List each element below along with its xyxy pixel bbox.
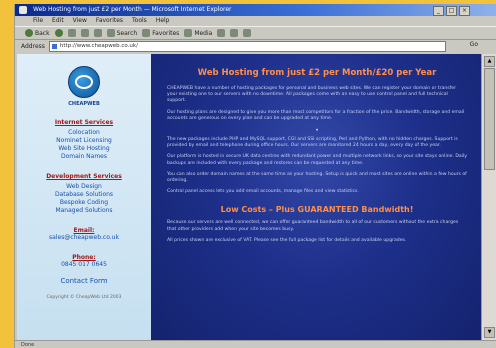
mail-icon: [230, 29, 239, 37]
home-button[interactable]: [93, 29, 102, 37]
copyright: Copyright © CheapWeb Ltd 2003: [46, 295, 122, 300]
forward-button[interactable]: [54, 29, 63, 37]
domains-paragraph: You can also order domain names at the s…: [167, 171, 467, 184]
favorites-icon: [142, 29, 151, 37]
close-icon[interactable]: ×: [459, 6, 470, 16]
print-button[interactable]: [243, 29, 252, 37]
go-button[interactable]: Go: [470, 41, 478, 48]
nav-link-domains[interactable]: Domain Names: [17, 153, 151, 161]
maximize-icon[interactable]: □: [446, 6, 457, 16]
media-icon: [184, 29, 193, 37]
home-icon: [93, 29, 102, 37]
nav-link-hosting[interactable]: Web Site Hosting: [17, 145, 151, 153]
scroll-down-icon[interactable]: ▼: [484, 327, 495, 338]
menu-bar: File Edit View Favorites Tools Help: [15, 16, 496, 26]
menu-help[interactable]: Help: [156, 16, 170, 26]
vat-paragraph: All prices shown are exclusive of VAT. P…: [167, 237, 407, 243]
search-button[interactable]: Search: [106, 29, 137, 37]
history-button[interactable]: [217, 29, 226, 37]
refresh-button[interactable]: [80, 29, 89, 37]
phone-label: Phone:: [72, 254, 96, 261]
nav-link-colocation[interactable]: Colocation: [17, 129, 151, 137]
section-heading-development: Development Services: [46, 173, 122, 180]
nav-group-development: Web Design Database Solutions Bespoke Co…: [17, 183, 151, 215]
bandwidth-paragraph: Because our servers are well connected, …: [167, 220, 459, 232]
platform-paragraph: Our platform is hosted in secure UK data…: [167, 154, 468, 166]
globe-icon: [75, 75, 93, 89]
nav-link-managed[interactable]: Managed Solutions: [17, 207, 151, 215]
mail-button[interactable]: [230, 29, 239, 37]
scroll-up-icon[interactable]: ▲: [484, 56, 495, 67]
window-title: Web Hosting from just £2 per Month — Mic…: [33, 6, 232, 13]
section-title-bandwidth: Low Costs – Plus GUARANTEED Bandwidth!: [220, 205, 414, 215]
back-button[interactable]: Back: [25, 29, 50, 37]
status-bar: Done: [15, 340, 496, 348]
sidebar: CHEAPWEB Internet Services Colocation No…: [17, 54, 151, 348]
bullet-separator: •: [315, 127, 319, 135]
page-viewport: CHEAPWEB Internet Services Colocation No…: [17, 54, 481, 348]
logo[interactable]: [68, 66, 100, 98]
email-link[interactable]: sales@cheapweb.co.uk: [17, 234, 151, 242]
menu-tools[interactable]: Tools: [132, 16, 147, 26]
favorites-button[interactable]: Favorites: [142, 29, 179, 37]
nav-link-bespoke[interactable]: Bespoke Coding: [17, 199, 151, 207]
back-arrow-icon: [25, 29, 33, 37]
print-icon: [243, 29, 252, 37]
forward-arrow-icon: [54, 29, 63, 37]
nav-link-web-design[interactable]: Web Design: [17, 183, 151, 191]
search-icon: [106, 29, 115, 37]
address-input[interactable]: http://www.cheapweb.co.uk/: [48, 40, 446, 52]
title-bar: Web Hosting from just £2 per Month — Mic…: [15, 4, 496, 16]
address-bar: Address http://www.cheapweb.co.uk/ Go: [15, 40, 496, 52]
browser-icon: [19, 6, 27, 14]
nav-link-licensing[interactable]: Nominet Licensing: [17, 137, 151, 145]
control-panel-paragraph: Control panel access lets you add email …: [167, 189, 359, 195]
page-title: Web Hosting from just £2 per Month/£20 p…: [197, 68, 437, 78]
email-label: Email:: [73, 227, 95, 234]
refresh-icon: [80, 29, 89, 37]
intro-paragraph: CHEAPWEB have a number of hosting packag…: [167, 86, 456, 104]
toolbar: Back Search Favorites Media: [15, 26, 496, 40]
minimize-icon[interactable]: _: [433, 6, 444, 16]
browser-window: Web Hosting from just £2 per Month — Mic…: [14, 4, 496, 348]
address-label: Address: [21, 42, 45, 50]
history-icon: [217, 29, 226, 37]
plans-paragraph: Our hosting plans are designed to give y…: [167, 109, 465, 121]
menu-file[interactable]: File: [33, 16, 43, 26]
phone-value: 0845 017 0645: [61, 261, 107, 268]
media-button[interactable]: Media: [184, 29, 212, 37]
menu-edit[interactable]: Edit: [52, 16, 64, 26]
menu-view[interactable]: View: [73, 16, 87, 26]
nav-link-database[interactable]: Database Solutions: [17, 191, 151, 199]
stop-icon: [67, 29, 76, 37]
contact-form-link[interactable]: Contact Form: [17, 277, 151, 285]
features-paragraph: The new packages include PHP and MySQL s…: [167, 137, 458, 149]
scroll-thumb[interactable]: [484, 68, 495, 170]
status-text: Done: [21, 342, 35, 348]
brand-name: CHEAPWEB: [68, 101, 100, 107]
section-heading-internet: Internet Services: [54, 119, 114, 126]
nav-group-internet: Colocation Nominet Licensing Web Site Ho…: [17, 129, 151, 161]
stop-button[interactable]: [67, 29, 76, 37]
main-content: Web Hosting from just £2 per Month/£20 p…: [151, 54, 481, 348]
menu-favorites[interactable]: Favorites: [96, 16, 123, 26]
vertical-scrollbar[interactable]: ▲ ▼: [481, 54, 496, 340]
